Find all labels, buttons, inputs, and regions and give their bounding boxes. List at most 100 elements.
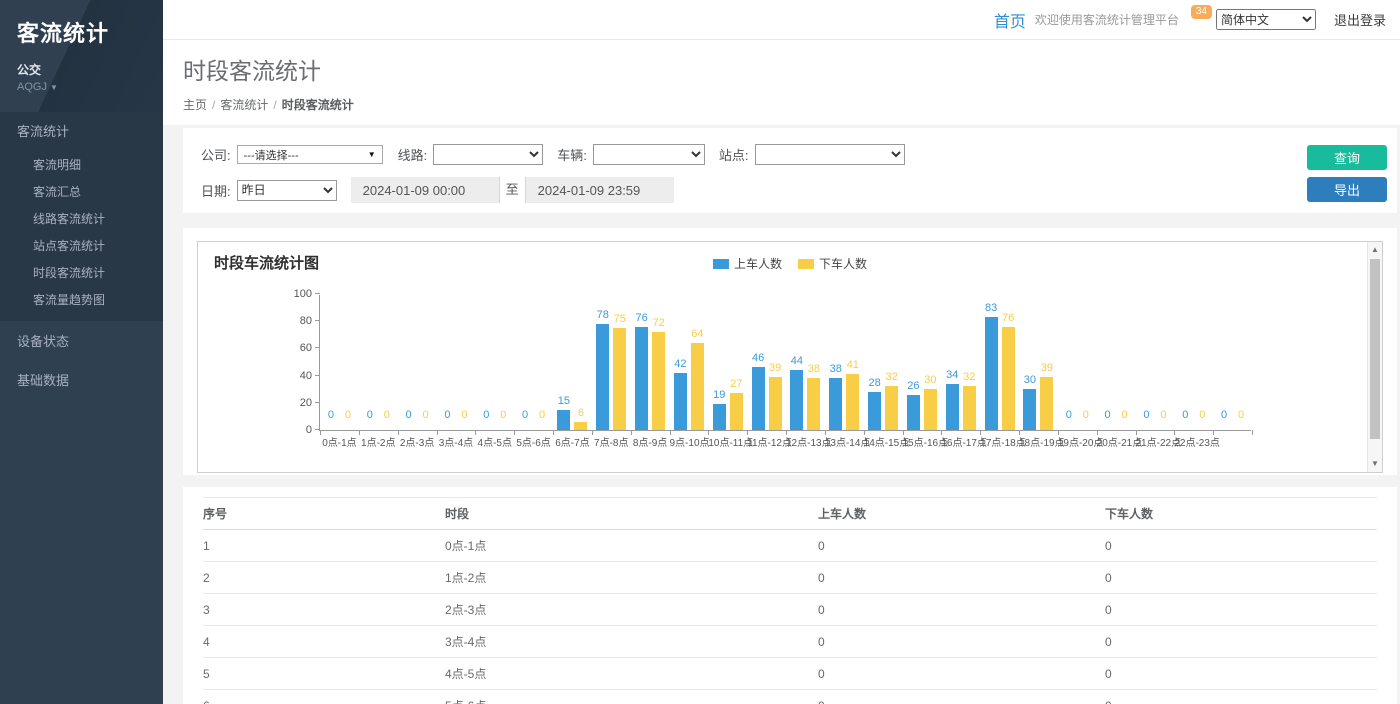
chart-panel: 时段车流统计图 上车人数 下车人数 020406080100000点-1点001点… (183, 228, 1397, 475)
bar-alight (730, 393, 743, 430)
station-label: 站点: (719, 145, 749, 164)
legend-item[interactable]: 下车人数 (798, 255, 867, 272)
company-select[interactable]: ---请选择--- ▼ (237, 145, 383, 164)
breadcrumb-item[interactable]: 客流统计 (220, 98, 268, 112)
user-menu[interactable]: AQGJ▼ (17, 81, 146, 93)
table-row: 10点-1点00 (203, 530, 1377, 562)
line-select[interactable] (433, 144, 543, 165)
bar-value-label: 76 (991, 312, 1025, 324)
language-select[interactable]: 简体中文 (1216, 9, 1316, 30)
station-select[interactable] (755, 144, 905, 165)
export-button[interactable]: 导出 (1307, 177, 1387, 202)
sidebar-subitem[interactable]: 客流量趋势图 (0, 286, 163, 313)
page-heading: 时段客流统计 主页/客流统计/时段客流统计 (163, 40, 1400, 125)
x-axis-label: 20点-21点 (1097, 434, 1136, 449)
y-axis-tick (315, 402, 320, 403)
y-axis-tick (315, 320, 320, 321)
x-axis-label: 12点-13点 (786, 434, 825, 449)
bar-board (790, 370, 803, 430)
dropdown-arrow-icon: ▼ (368, 150, 376, 159)
x-axis-tick (1213, 430, 1214, 435)
bar-board (635, 327, 648, 430)
table-cell: 6 (203, 690, 445, 704)
company-label: 公司: (201, 145, 231, 164)
date-to-input[interactable] (526, 177, 674, 203)
welcome-text: 欢迎使用客流统计管理平台 (1035, 11, 1179, 28)
bar-board (713, 404, 726, 430)
sidebar-item-base-data[interactable]: 基础数据 (0, 360, 163, 399)
table-cell: 0 (1105, 626, 1377, 658)
bar-alight (807, 378, 820, 430)
sidebar-subitem[interactable]: 站点客流统计 (0, 232, 163, 259)
x-axis-label: 1点-2点 (359, 434, 398, 449)
legend-label: 下车人数 (819, 255, 867, 272)
home-link[interactable]: 首页 (994, 8, 1026, 32)
bar-value-label: 6 (564, 407, 598, 419)
sidebar-subitem[interactable]: 线路客流统计 (0, 205, 163, 232)
y-axis-tick (315, 375, 320, 376)
date-from-input[interactable] (351, 177, 499, 203)
bar-alight (613, 328, 626, 430)
bar-chart: 020406080100000点-1点001点-2点002点-3点003点-4点… (319, 295, 1251, 431)
y-axis-label: 40 (280, 370, 312, 382)
chart-title: 时段车流统计图 (214, 252, 319, 273)
y-axis-label: 60 (280, 342, 312, 354)
table-cell: 0 (818, 594, 1105, 626)
breadcrumb-item: 时段客流统计 (282, 98, 354, 112)
table-cell: 4点-5点 (445, 658, 818, 690)
date-preset-select[interactable]: 昨日 (237, 180, 337, 201)
user-name: AQGJ (17, 81, 47, 93)
bar-board (868, 392, 881, 430)
x-axis-label: 13点-14点 (825, 434, 864, 449)
date-range: 至 (351, 177, 674, 203)
chart-scrollbar[interactable]: ▲ ▼ (1367, 242, 1382, 472)
bar-value-label: 72 (642, 317, 676, 329)
notification-badge: 34 (1191, 5, 1212, 19)
bar-board (907, 395, 920, 430)
x-axis-label: 5点-6点 (514, 434, 553, 449)
table-row: 54点-5点00 (203, 658, 1377, 690)
sidebar-subitem[interactable]: 时段客流统计 (0, 259, 163, 286)
sidebar-item-device-status[interactable]: 设备状态 (0, 321, 163, 360)
line-label: 线路: (398, 145, 428, 164)
bar-value-label: 64 (680, 328, 714, 340)
nav-section-passenger-stats: 客流统计 客流明细客流汇总线路客流统计站点客流统计时段客流统计客流量趋势图 (0, 112, 163, 321)
scroll-down-icon[interactable]: ▼ (1368, 457, 1382, 471)
table-cell: 0 (1105, 658, 1377, 690)
date-label: 日期: (201, 181, 231, 200)
bar-alight (1040, 377, 1053, 430)
bar-alight (691, 343, 704, 430)
scroll-up-icon[interactable]: ▲ (1368, 243, 1382, 257)
y-axis-tick (315, 347, 320, 348)
chart-box: 时段车流统计图 上车人数 下车人数 020406080100000点-1点001点… (197, 241, 1383, 473)
bar-board (985, 317, 998, 430)
x-axis-label: 2点-3点 (398, 434, 437, 449)
scrollbar-thumb[interactable] (1370, 259, 1380, 439)
bar-board (1023, 389, 1036, 430)
bar-value-label: 27 (719, 378, 753, 390)
x-axis-label: 3点-4点 (437, 434, 476, 449)
table-cell: 5点-6点 (445, 690, 818, 704)
bar-value-label: 0 (525, 409, 559, 421)
x-axis-label: 16点-17点 (941, 434, 980, 449)
sidebar-subitem[interactable]: 客流明细 (0, 151, 163, 178)
sidebar-subitem[interactable]: 客流汇总 (0, 178, 163, 205)
legend-item[interactable]: 上车人数 (713, 255, 782, 272)
query-button[interactable]: 查询 (1307, 145, 1387, 170)
logout-link[interactable]: 退出登录 (1334, 10, 1386, 29)
vehicle-select[interactable] (593, 144, 705, 165)
table-header-cell: 序号 (203, 498, 445, 530)
breadcrumb-item[interactable]: 主页 (183, 98, 207, 112)
bar-alight (652, 332, 665, 430)
x-axis-label: 14点-15点 (864, 434, 903, 449)
table-cell: 0 (818, 690, 1105, 704)
bar-alight (924, 389, 937, 430)
table-cell: 0 (818, 658, 1105, 690)
sidebar-item-passenger-stats[interactable]: 客流统计 (0, 112, 163, 149)
sidebar: 客流统计 公交 AQGJ▼ 客流统计 客流明细客流汇总线路客流统计站点客流统计时… (0, 0, 163, 704)
table-cell: 0 (818, 562, 1105, 594)
bar-value-label: 15 (547, 395, 581, 407)
table-row: 43点-4点00 (203, 626, 1377, 658)
x-axis-label: 4点-5点 (475, 434, 514, 449)
table-header-cell: 上车人数 (818, 498, 1105, 530)
